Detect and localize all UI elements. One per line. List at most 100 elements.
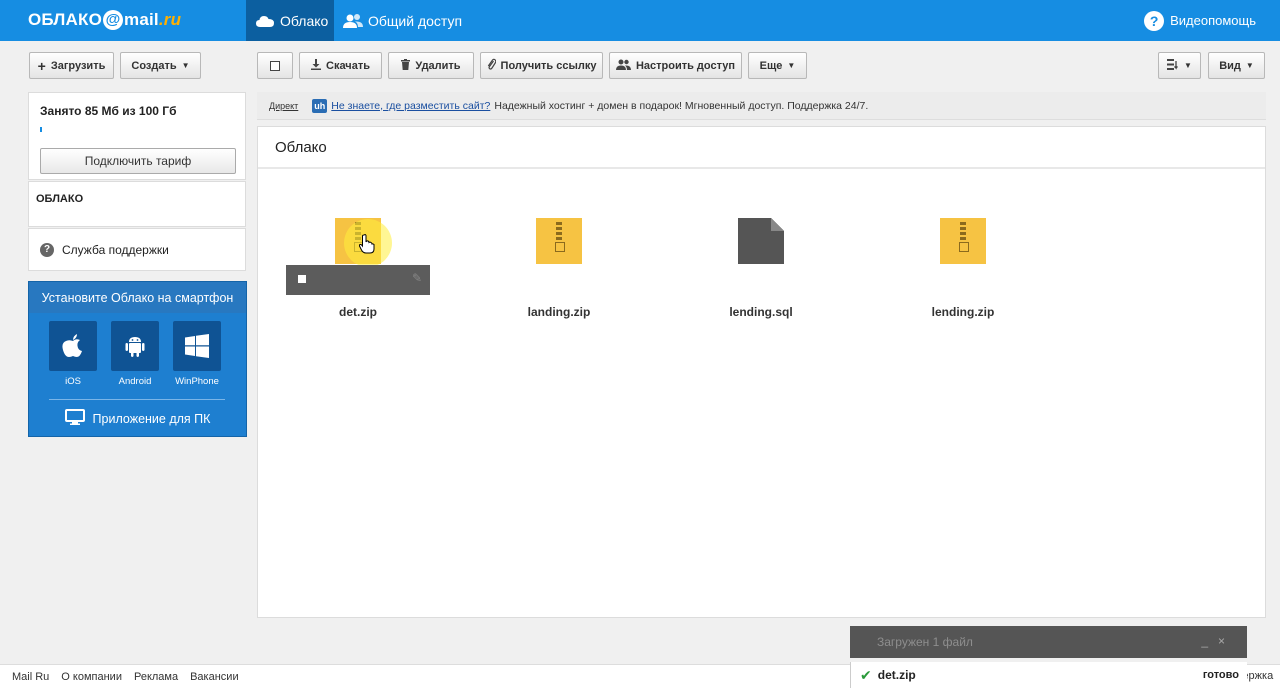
- top-bar: ОБЛАКО @ mail .ru Облако Общий доступ ? В…: [0, 0, 1280, 41]
- uh-logo-icon: uh: [312, 98, 328, 113]
- more-button[interactable]: Еще ▼: [748, 52, 807, 79]
- quota-text: Занято 85 Мб из 100 Гб: [40, 104, 177, 118]
- delete-button[interactable]: Удалить: [388, 52, 474, 79]
- apple-icon: [49, 321, 97, 371]
- page-title: Облако: [258, 127, 1265, 169]
- ad-banner: Директ uh Не знаете, где разместить сайт…: [257, 92, 1266, 120]
- ad-direct-label[interactable]: Директ: [269, 101, 298, 111]
- cloud-icon: [256, 14, 274, 28]
- mobile-promo-title: Установите Облако на смартфон: [29, 282, 246, 313]
- document-file-icon: [738, 218, 784, 264]
- view-label: Вид: [1219, 59, 1241, 72]
- divider: [49, 399, 225, 400]
- zip-file-icon: [940, 218, 986, 264]
- upload-status: готово: [1202, 669, 1239, 681]
- footer-link-mailru[interactable]: Mail Ru: [12, 671, 49, 683]
- download-button[interactable]: Скачать: [299, 52, 382, 79]
- platform-winphone[interactable]: WinPhone: [173, 321, 221, 387]
- nav-shared-label: Общий доступ: [368, 12, 463, 29]
- mobile-promo: Установите Облако на смартфон iOS Androi…: [28, 281, 247, 437]
- platform-ios[interactable]: iOS: [49, 321, 97, 387]
- file-item-lending-zip[interactable]: lending.zip: [888, 218, 1038, 319]
- more-label: Еще: [759, 59, 783, 72]
- pencil-icon[interactable]: ✎: [412, 271, 422, 285]
- caret-down-icon: ▼: [1245, 61, 1254, 70]
- logo-ru: .ru: [158, 10, 182, 29]
- nav-shared[interactable]: Общий доступ: [343, 0, 462, 41]
- sort-button[interactable]: ▼: [1158, 52, 1201, 79]
- upload-panel-header: Загружен 1 файл _×: [850, 626, 1247, 658]
- create-button[interactable]: Создать ▼: [120, 52, 201, 79]
- access-label: Настроить доступ: [635, 59, 736, 72]
- users-icon: [343, 13, 363, 29]
- monitor-icon: [64, 409, 85, 428]
- quota-progress: [40, 127, 42, 132]
- platform-winphone-label: WinPhone: [175, 376, 219, 387]
- create-label: Создать: [131, 59, 177, 72]
- file-name: lending.sql: [729, 305, 793, 319]
- file-select-bar[interactable]: ✎: [286, 265, 430, 295]
- logo-text: ОБЛАКО: [28, 10, 103, 29]
- footer-link-jobs[interactable]: Вакансии: [190, 671, 239, 683]
- pc-app-link[interactable]: Приложение для ПК: [29, 409, 246, 428]
- nav-cloud[interactable]: Облако: [246, 0, 334, 41]
- zip-file-icon: [536, 218, 582, 264]
- minimize-close-icons[interactable]: _×: [1201, 634, 1235, 648]
- trash-icon: [401, 58, 411, 73]
- plus-icon: +: [37, 57, 46, 74]
- support-link[interactable]: ? Служба поддержки: [28, 228, 246, 271]
- caret-down-icon: ▼: [787, 61, 796, 70]
- folder-item-cloud[interactable]: ОБЛАКО: [36, 193, 83, 205]
- upload-label: Загрузить: [50, 59, 106, 72]
- help-label: Видеопомощь: [1170, 13, 1256, 28]
- caret-down-icon: ▼: [1184, 61, 1192, 70]
- upload-file-name: det.zip: [877, 668, 916, 682]
- ad-text: Надежный хостинг + домен в подарок! Мгно…: [494, 99, 869, 112]
- upload-panel: Загружен 1 файл _× ✔ det.zip готово: [850, 626, 1247, 688]
- file-name: landing.zip: [527, 305, 591, 319]
- checkbox-icon: [270, 60, 280, 71]
- nav-cloud-label: Облако: [280, 12, 329, 29]
- platform-android[interactable]: Android: [111, 321, 159, 387]
- delete-label: Удалить: [415, 59, 461, 72]
- quota-panel: Занято 85 Мб из 100 Гб Подключить тариф: [28, 92, 246, 180]
- get-link-button[interactable]: Получить ссылку: [480, 52, 603, 79]
- file-checkbox[interactable]: [298, 275, 306, 283]
- platform-android-label: Android: [118, 376, 152, 387]
- view-button[interactable]: Вид ▼: [1208, 52, 1265, 79]
- file-item-landing-zip[interactable]: landing.zip: [484, 218, 634, 319]
- at-icon: @: [103, 10, 124, 30]
- upload-button[interactable]: + Загрузить: [29, 52, 114, 79]
- file-name: lending.zip: [931, 305, 995, 319]
- help-link[interactable]: ? Видеопомощь: [1144, 0, 1256, 41]
- platform-ios-label: iOS: [65, 376, 81, 387]
- support-label: Служба поддержки: [62, 242, 169, 257]
- footer-link-company[interactable]: О компании: [61, 671, 122, 683]
- windows-icon: [173, 321, 221, 371]
- paperclip-icon: [487, 58, 496, 73]
- download-label: Скачать: [326, 59, 370, 72]
- upload-panel-title: Загружен 1 файл: [877, 635, 973, 649]
- access-button[interactable]: Настроить доступ: [609, 52, 742, 79]
- tariff-button[interactable]: Подключить тариф: [40, 148, 236, 174]
- pc-app-label: Приложение для ПК: [92, 411, 211, 426]
- question-icon: ?: [1144, 10, 1165, 31]
- upload-item: ✔ det.zip готово: [850, 662, 1247, 688]
- file-item-lending-sql[interactable]: lending.sql: [686, 218, 836, 319]
- checkmark-icon: ✔: [860, 666, 872, 683]
- logo[interactable]: ОБЛАКО @ mail .ru: [28, 8, 181, 32]
- download-icon: [311, 58, 322, 73]
- select-all-checkbox[interactable]: [257, 52, 293, 79]
- ad-link[interactable]: Не знаете, где разместить сайт?: [331, 100, 490, 112]
- android-icon: [111, 321, 159, 371]
- footer-link-ads[interactable]: Реклама: [134, 671, 178, 683]
- file-area: Облако: [257, 126, 1266, 618]
- logo-mail: mail: [124, 10, 159, 29]
- toolbar: + Загрузить Создать ▼ Скачать Удалить По…: [0, 41, 1280, 89]
- question-icon: ?: [40, 242, 54, 257]
- file-name: det.zip: [339, 305, 377, 319]
- users-icon: [615, 59, 631, 73]
- folder-tree: ОБЛАКО: [28, 181, 246, 227]
- get-link-label: Получить ссылку: [500, 59, 597, 72]
- sort-icon: [1167, 58, 1179, 73]
